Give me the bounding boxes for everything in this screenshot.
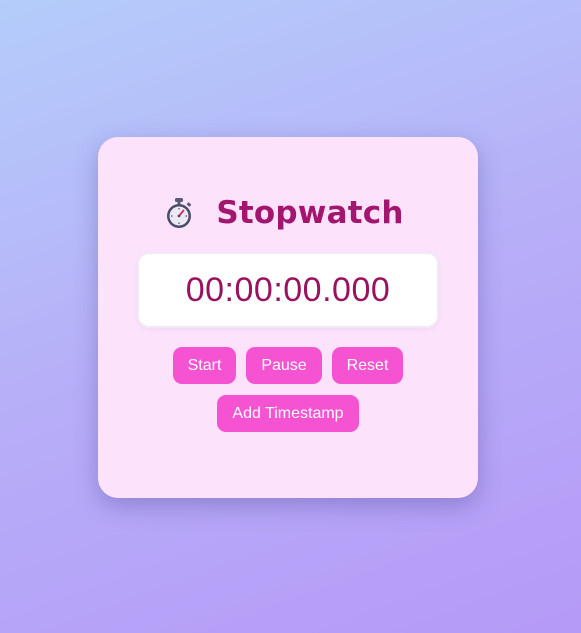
pause-button[interactable]: Pause	[246, 347, 322, 384]
time-display: 00:00:00.000	[139, 254, 437, 326]
add-timestamp-button[interactable]: Add Timestamp	[217, 395, 359, 432]
stopwatch-card: Stopwatch 00:00:00.000 Start Pause Reset…	[98, 137, 478, 498]
stopwatch-icon	[164, 197, 194, 229]
page-title: Stopwatch	[216, 195, 404, 231]
reset-button[interactable]: Reset	[332, 347, 403, 384]
start-button[interactable]: Start	[173, 347, 236, 384]
elapsed-time: 00:00:00.000	[185, 270, 391, 309]
title-row: Stopwatch	[98, 193, 478, 233]
